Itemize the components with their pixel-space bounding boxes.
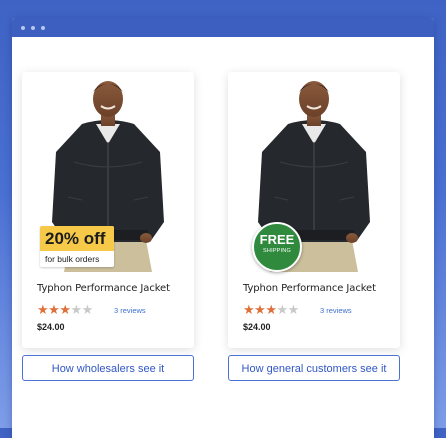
star-empty-icon: ★ <box>81 302 94 317</box>
discount-subtext: for bulk orders <box>45 254 100 264</box>
star-filled-icon: ★ <box>254 302 266 317</box>
window-control-dot[interactable] <box>21 26 25 30</box>
star-filled-icon: ★ <box>37 302 49 317</box>
product-price: $24.00 <box>243 322 271 332</box>
star-filled-icon: ★ <box>48 302 60 317</box>
rating-stars: ★★★★★ <box>243 303 299 316</box>
star-filled-icon: ★ <box>265 302 277 317</box>
window-control-dot[interactable] <box>41 26 45 30</box>
free-shipping-subtext: SHIPPING <box>263 248 291 254</box>
bulk-discount-badge: 20% off for bulk orders <box>40 226 114 267</box>
product-price: $24.00 <box>37 322 65 332</box>
star-empty-icon: ★ <box>70 302 82 317</box>
discount-headline: 20% off <box>40 226 114 251</box>
star-empty-icon: ★ <box>287 302 300 317</box>
rating-stars: ★★★★★ <box>37 303 93 316</box>
window-titlebar <box>12 18 434 37</box>
general-customer-view-button[interactable]: How general customers see it <box>228 355 400 381</box>
star-filled-icon: ★ <box>243 302 255 317</box>
window-control-dot[interactable] <box>31 26 35 30</box>
reviews-link[interactable]: 3 reviews <box>320 306 352 315</box>
product-name[interactable]: Typhon Performance Jacket <box>243 283 376 294</box>
wholesaler-view-button[interactable]: How wholesalers see it <box>22 355 194 381</box>
product-name[interactable]: Typhon Performance Jacket <box>37 283 170 294</box>
star-empty-icon: ★ <box>276 302 288 317</box>
free-shipping-badge: FREE SHIPPING <box>252 222 302 272</box>
product-card[interactable]: FREE SHIPPING Typhon Performance Jacket … <box>228 72 400 348</box>
free-shipping-headline: FREE <box>259 232 295 247</box>
product-card[interactable]: 20% off for bulk orders Typhon Performan… <box>22 72 194 348</box>
star-filled-icon: ★ <box>59 302 71 317</box>
reviews-link[interactable]: 3 reviews <box>114 306 146 315</box>
